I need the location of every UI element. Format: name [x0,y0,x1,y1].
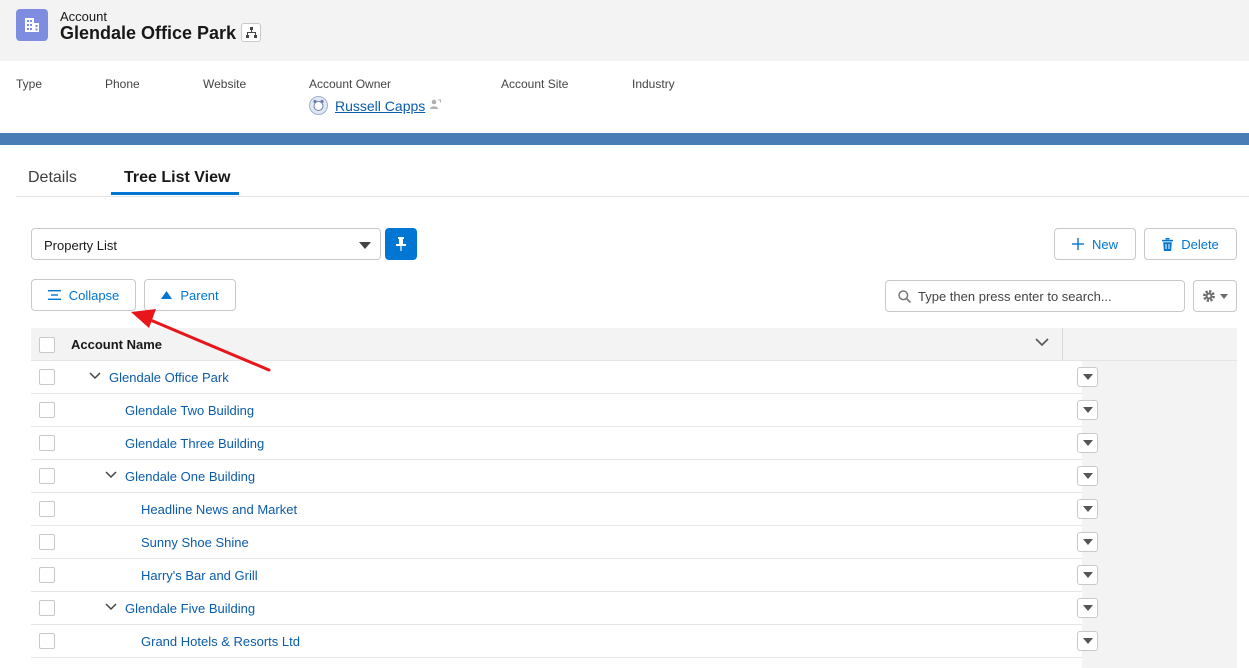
caret-down-icon [1082,506,1093,512]
settings-menu-button[interactable] [1193,280,1237,312]
caret-down-icon [1082,539,1093,545]
caret-down-icon [359,242,371,249]
table-row: Glendale Three Building [31,427,1098,460]
gear-icon [1203,290,1215,302]
chevron-down-icon[interactable] [105,603,117,611]
row-actions-button[interactable] [1077,631,1098,651]
avatar [309,96,328,115]
row-actions-button[interactable] [1077,466,1098,486]
account-name-link[interactable]: Grand Hotels & Resorts Ltd [141,634,300,649]
caret-down-icon [1082,473,1093,479]
record-header: Account Glendale Office Park [0,0,1249,61]
grid-header: Account Name [31,328,1237,361]
triangle-up-icon [161,291,173,299]
account-name-link[interactable]: Glendale Two Building [125,403,254,418]
industry-label: Industry [632,77,675,91]
view-hierarchy-button[interactable] [241,23,261,42]
owner-label: Account Owner [309,77,392,91]
chevron-down-icon[interactable] [89,372,101,380]
chevron-down-icon[interactable] [105,471,117,479]
website-label: Website [203,77,247,91]
table-row: Glendale Two Building [31,394,1098,427]
grid-filler [1082,361,1237,668]
row-checkbox[interactable] [39,369,55,385]
account-name-link[interactable]: Glendale Five Building [125,601,255,616]
row-actions-button[interactable] [1077,565,1098,585]
active-tab-indicator [111,192,239,195]
row-checkbox[interactable] [39,633,55,649]
trash-icon [1162,237,1174,251]
building-icon [16,9,48,41]
tab-tree-list-view[interactable]: Tree List View [124,169,230,187]
collapse-button[interactable]: Collapse [31,279,136,311]
delete-button-label: Delete [1181,236,1219,252]
search-icon [898,290,911,303]
plus-icon [1071,238,1084,250]
row-actions-button[interactable] [1077,499,1098,519]
row-actions-button[interactable] [1077,532,1098,552]
type-label: Type [16,77,43,91]
row-checkbox[interactable] [39,534,55,550]
account-site-label: Account Site [501,77,569,91]
list-view-select[interactable]: Property List [31,228,381,260]
row-checkbox[interactable] [39,468,55,484]
table-row: Headline News and Market [31,493,1098,526]
pin-button[interactable] [385,228,417,260]
new-button[interactable]: New [1054,228,1136,260]
row-checkbox[interactable] [39,402,55,418]
table-row: Glendale One Building [31,460,1098,493]
object-label: Account [60,9,107,24]
tab-details[interactable]: Details [28,169,77,187]
chevron-down-icon[interactable] [1035,338,1049,347]
highlights-panel: Type Phone Website Account Owner Account… [0,61,1249,133]
account-name-link[interactable]: Harry's Bar and Grill [141,568,258,583]
account-name-link[interactable]: Glendale One Building [125,469,255,484]
owner-link[interactable]: Russell Capps [335,98,425,114]
row-checkbox[interactable] [39,600,55,616]
table-row: Harry's Bar and Grill [31,559,1098,592]
parent-button[interactable]: Parent [144,279,236,311]
row-actions-button[interactable] [1077,367,1098,387]
caret-down-icon [1082,605,1093,611]
column-divider [1062,328,1063,361]
account-name-link[interactable]: Glendale Office Park [109,370,229,385]
caret-down-icon [1082,374,1093,380]
caret-down-icon [1082,440,1093,446]
decorative-band [0,133,1249,145]
row-actions-button[interactable] [1077,598,1098,618]
caret-down-icon [1220,293,1228,299]
parent-button-label: Parent [180,287,219,303]
row-actions-button[interactable] [1077,433,1098,453]
hierarchy-icon [245,27,257,38]
tab-bar: Details Tree List View [16,160,1249,197]
record-title: Glendale Office Park [60,23,237,43]
account-name-link[interactable]: Headline News and Market [141,502,297,517]
pin-icon [396,237,406,251]
account-name-link[interactable]: Glendale Three Building [125,436,264,451]
caret-down-icon [1082,407,1093,413]
account-owner: Russell Capps [309,96,442,115]
column-header-account-name[interactable]: Account Name [71,337,162,352]
row-checkbox[interactable] [39,567,55,583]
table-row: Sunny Shoe Shine [31,526,1098,559]
list-view-select-value: Property List [44,238,117,253]
search-input[interactable] [918,282,1178,310]
delete-button[interactable]: Delete [1144,228,1237,260]
caret-down-icon [1082,572,1093,578]
new-button-label: New [1091,236,1118,252]
change-owner-icon[interactable] [429,98,442,113]
table-row: Glendale Office Park [31,361,1098,394]
caret-down-icon [1082,638,1093,644]
collapse-icon [47,290,61,300]
row-actions-button[interactable] [1077,400,1098,420]
select-all-checkbox[interactable] [39,337,55,353]
collapse-button-label: Collapse [68,287,120,303]
row-checkbox[interactable] [39,501,55,517]
table-row: Grand Hotels & Resorts Ltd [31,625,1098,658]
search-box [885,280,1185,312]
table-row: Glendale Five Building [31,592,1098,625]
phone-label: Phone [105,77,140,91]
account-name-link[interactable]: Sunny Shoe Shine [141,535,249,550]
row-checkbox[interactable] [39,435,55,451]
